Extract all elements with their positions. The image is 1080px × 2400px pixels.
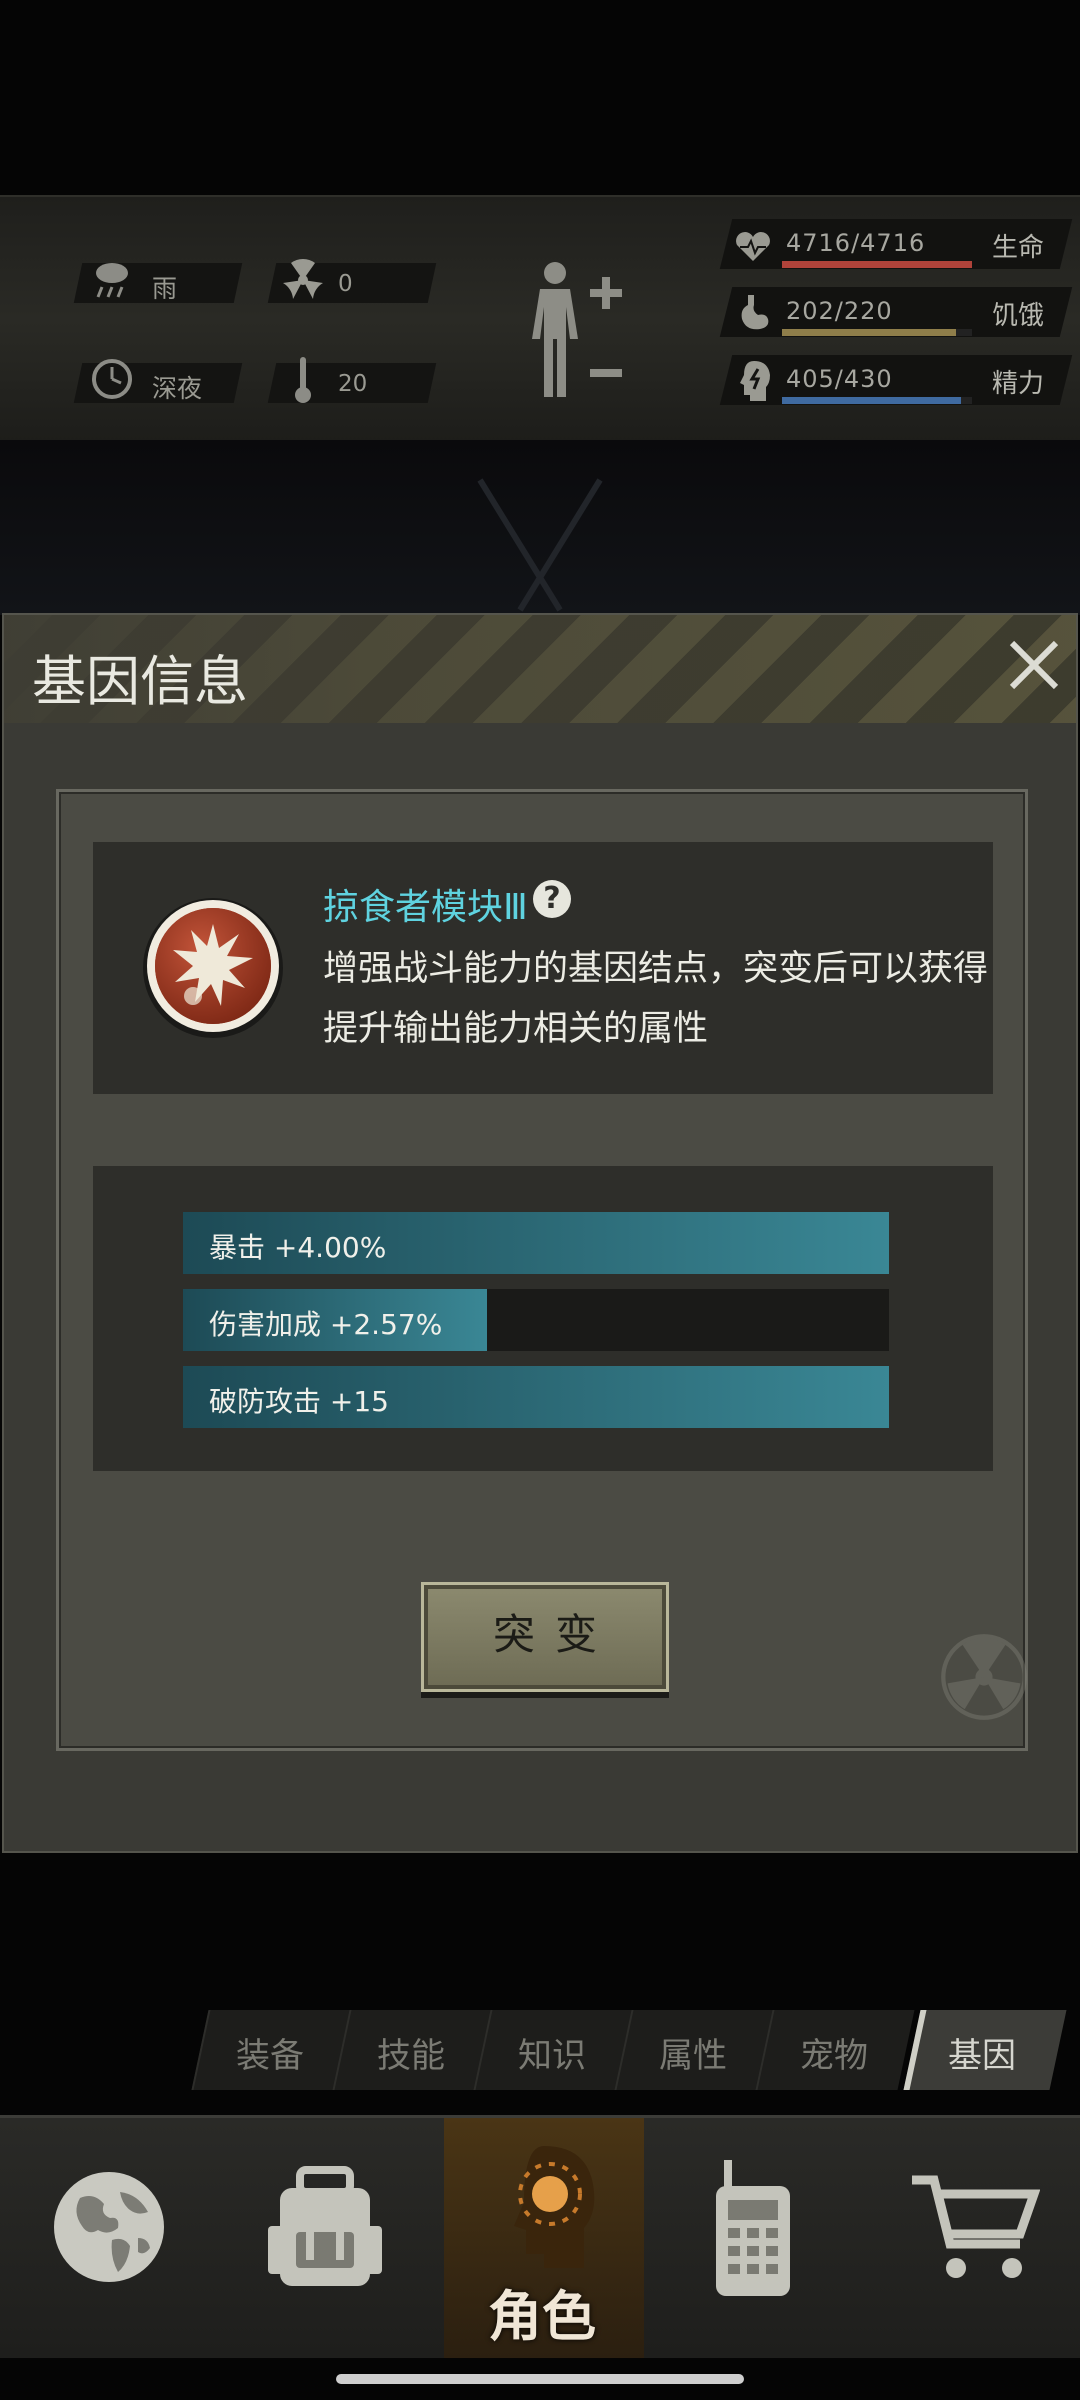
body-status-icon[interactable] xyxy=(520,259,630,414)
clock-icon xyxy=(92,359,132,399)
tab-label: 宠物 xyxy=(800,2036,868,2076)
attribute-label: 暴击 +4.00% xyxy=(209,1231,387,1264)
health-value: 4716/4716 xyxy=(786,229,926,257)
health-label: 生命 xyxy=(992,233,1045,263)
home-indicator[interactable] xyxy=(336,2374,744,2384)
rain-cloud-icon xyxy=(96,263,128,298)
nav-shop[interactable] xyxy=(860,2118,1080,2358)
scene-decoration xyxy=(477,478,603,612)
hunger-label: 饥饿 xyxy=(992,301,1045,331)
mutate-button[interactable]: 突变 xyxy=(421,1582,669,1692)
nav-character[interactable]: 角色 xyxy=(444,2118,644,2358)
bottom-navigation: 角色 xyxy=(0,2115,1080,2358)
nav-radio[interactable] xyxy=(644,2118,860,2358)
energy-head-icon xyxy=(740,361,770,401)
radiation-icon xyxy=(283,259,323,299)
globe-icon xyxy=(54,2172,164,2282)
thermometer-icon xyxy=(295,357,311,403)
health-bar-fill xyxy=(782,261,972,268)
tab-label: 知识 xyxy=(518,2036,586,2076)
nav-map[interactable] xyxy=(0,2118,216,2358)
hunger-bar-fill xyxy=(782,329,957,336)
attribute-label: 破防攻击 +15 xyxy=(209,1385,389,1418)
energy-bar-fill xyxy=(782,397,961,404)
character-sub-tabs: 装备 技能 知识 属性 宠物 基因 xyxy=(191,2010,1067,2090)
gene-card: 掠食者模块Ⅲ ? 增强战斗能力的基因结点，突变后可以获得 提升输出能力相关的属性 xyxy=(93,842,993,1094)
attribute-label: 伤害加成 +2.57% xyxy=(209,1308,443,1341)
status-panel: 雨 0 深夜 20 4716/4716 生命 202/220 饥饿 405/43… xyxy=(0,195,1080,444)
gene-info-dialog: 基因信息 掠食者模块Ⅲ ? 增强战斗能力的基因结点，突变后可以获得 提升输出能力… xyxy=(2,613,1078,1853)
temperature-value: 20 xyxy=(338,371,368,397)
hunger-bar xyxy=(782,329,972,336)
tab-label: 基因 xyxy=(948,2036,1016,2076)
energy-label: 精力 xyxy=(992,369,1045,399)
close-button[interactable] xyxy=(1004,635,1064,695)
gene-description-line1: 增强战斗能力的基因结点，突变后可以获得 xyxy=(323,949,989,989)
weather-text: 雨 xyxy=(152,274,178,303)
heart-icon xyxy=(736,232,770,261)
attribute-row: 伤害加成 +2.57% xyxy=(183,1289,889,1351)
health-bar xyxy=(782,261,972,268)
nav-character-label: 角色 xyxy=(488,2285,596,2348)
gene-name: 掠食者模块Ⅲ xyxy=(323,887,528,928)
radiation-watermark-icon xyxy=(941,1634,1027,1720)
gene-detail-panel: 掠食者模块Ⅲ ? 增强战斗能力的基因结点，突变后可以获得 提升输出能力相关的属性… xyxy=(56,789,1028,1751)
energy-bar xyxy=(782,397,972,404)
background-scene xyxy=(0,440,1080,615)
stomach-icon xyxy=(741,295,769,330)
attribute-card: 暴击 +4.00% 伤害加成 +2.57% 破防攻击 +15 xyxy=(93,1166,993,1471)
time-of-day-text: 深夜 xyxy=(152,374,203,403)
backpack-icon xyxy=(268,2166,382,2286)
hunger-value: 202/220 xyxy=(786,297,893,325)
energy-value: 405/430 xyxy=(786,365,893,393)
attribute-row: 破防攻击 +15 xyxy=(183,1366,889,1428)
nav-backpack[interactable] xyxy=(216,2118,444,2358)
radiation-value: 0 xyxy=(338,271,353,297)
predator-module-icon xyxy=(143,898,283,1038)
tab-label: 装备 xyxy=(236,2036,304,2076)
tab-label: 技能 xyxy=(377,2036,445,2076)
cart-icon xyxy=(912,2175,1040,2278)
help-icon[interactable]: ? xyxy=(533,880,571,918)
tab-label: 属性 xyxy=(659,2036,727,2076)
radio-icon xyxy=(716,2160,790,2296)
dialog-title: 基因信息 xyxy=(32,650,248,713)
attribute-row: 暴击 +4.00% xyxy=(183,1212,889,1274)
gene-description-line2: 提升输出能力相关的属性 xyxy=(323,1009,709,1049)
